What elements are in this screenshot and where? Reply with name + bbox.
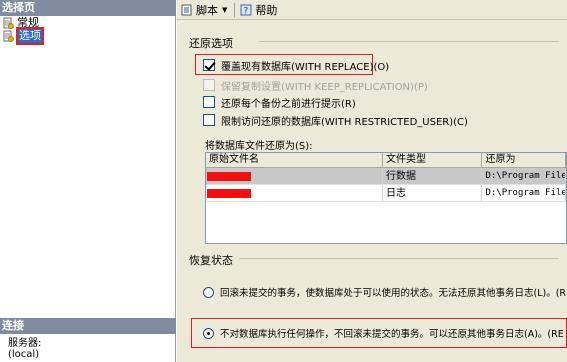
script-button[interactable]: 脚本 ▼ [181, 2, 227, 18]
column-original-name[interactable]: 原始文件名 [206, 153, 383, 167]
rollback-label: 回滚未提交的事务，使数据库处于可以使用的状态。无法还原其他事务日志(L)。(R [220, 288, 567, 299]
rollback-radio[interactable] [203, 286, 214, 298]
recovery-state-title: 恢复状态 [189, 254, 233, 267]
overwrite-checkbox[interactable] [203, 59, 215, 71]
page-icon [2, 30, 14, 42]
column-restore-as[interactable]: 还原为 [482, 153, 566, 167]
file-grid[interactable]: 原始文件名 文件类型 还原为 行数据 D:\Program Files 日志 D… [205, 152, 567, 244]
script-label: 脚本 [196, 3, 218, 17]
restore-as-cell[interactable]: D:\Program Files [482, 185, 566, 201]
prompt-checkbox-row[interactable]: 还原每个备份之前进行提示(R) [203, 95, 356, 110]
rollback-radio-row[interactable]: 回滚未提交的事务，使数据库处于可以使用的状态。无法还原其他事务日志(L)。(R [203, 285, 566, 299]
toolbar: 脚本 ▼ ? 帮助 [177, 0, 567, 20]
left-pane: 选择页 常规 选项 连接 服务器: (local) [0, 0, 176, 362]
restrict-checkbox[interactable] [203, 114, 215, 126]
no-action-label: 不对数据库执行任何操作，不回滚未提交的事务。可以还原其他事务日志(A)。(RE [220, 329, 564, 340]
server-info: 服务器: (local) [8, 338, 41, 360]
original-name-cell [206, 168, 383, 184]
keep-replication-label: 保留复制设置(WITH KEEP_REPLICATION)(P) [221, 81, 428, 93]
prompt-label: 还原每个备份之前进行提示(R) [221, 98, 356, 110]
prompt-checkbox[interactable] [203, 96, 215, 108]
files-label: 将数据库文件还原为(S): [205, 141, 313, 152]
redaction-mark [207, 172, 251, 181]
table-row[interactable]: 行数据 D:\Program Files [206, 168, 566, 185]
page-icon [2, 17, 14, 29]
nav-item-options[interactable]: 选项 [2, 27, 44, 45]
grid-header: 原始文件名 文件类型 还原为 [206, 153, 566, 168]
table-row[interactable]: 日志 D:\Program Files [206, 185, 566, 202]
column-file-type[interactable]: 文件类型 [383, 153, 483, 167]
script-icon [181, 4, 193, 16]
options-panel: 脚本 ▼ ? 帮助 还原选项 覆盖现有数据库(WITH REPLACE)(O) … [177, 0, 567, 362]
section-divider [259, 41, 559, 42]
restore-as-cell[interactable]: D:\Program Files [482, 168, 566, 184]
svg-text:?: ? [244, 6, 249, 16]
keep-replication-checkbox-row: 保留复制设置(WITH KEEP_REPLICATION)(P) [203, 78, 428, 93]
server-value: (local) [8, 349, 40, 360]
no-action-radio[interactable] [203, 327, 214, 339]
section-divider [239, 258, 559, 259]
help-label: 帮助 [255, 3, 278, 17]
server-label: 服务器: [8, 338, 42, 349]
keep-replication-checkbox [203, 79, 215, 91]
connection-header: 连接 [0, 318, 176, 334]
restore-options-title: 还原选项 [189, 37, 233, 50]
redaction-mark [207, 189, 251, 198]
restrict-checkbox-row[interactable]: 限制访问还原的数据库(WITH RESTRICTED_USER)(C) [203, 113, 468, 128]
no-action-radio-row[interactable]: 不对数据库执行任何操作，不回滚未提交的事务。可以还原其他事务日志(A)。(RE [203, 326, 564, 340]
overwrite-label: 覆盖现有数据库(WITH REPLACE)(O) [221, 61, 390, 73]
select-page-header: 选择页 [0, 0, 176, 16]
file-type-cell: 日志 [383, 185, 483, 201]
file-type-cell: 行数据 [383, 168, 483, 184]
help-icon: ? [240, 4, 252, 16]
nav-item-label: 选项 [16, 27, 44, 45]
original-name-cell [206, 185, 383, 201]
restrict-label: 限制访问还原的数据库(WITH RESTRICTED_USER)(C) [221, 116, 468, 128]
dropdown-arrow-icon[interactable]: ▼ [222, 6, 227, 14]
overwrite-checkbox-row[interactable]: 覆盖现有数据库(WITH REPLACE)(O) [203, 58, 390, 73]
toolbar-separator [234, 2, 236, 17]
help-button[interactable]: ? 帮助 [240, 2, 277, 18]
